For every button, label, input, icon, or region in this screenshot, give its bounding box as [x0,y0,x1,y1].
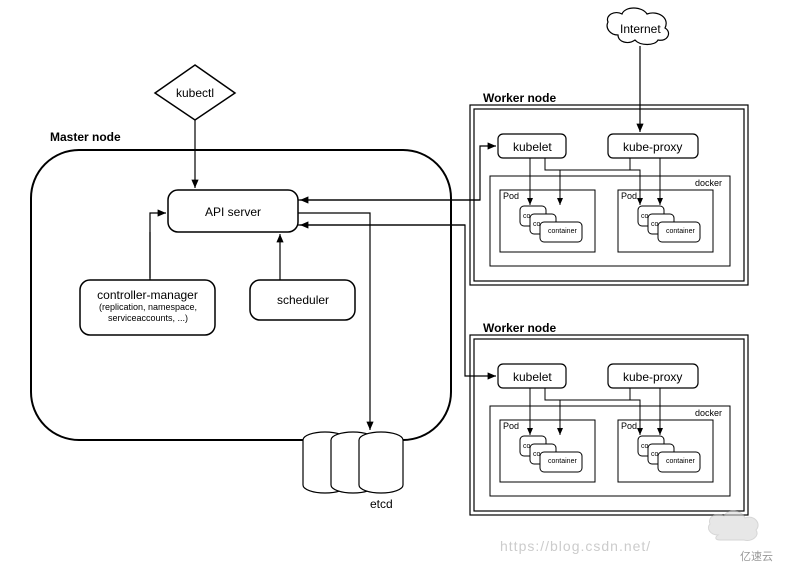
worker1-container1: container [548,228,577,235]
master-title: Master node [50,130,121,144]
diagram-svg [0,0,793,573]
worker1-co2: co [533,221,540,228]
worker2-co4: co [651,451,658,458]
logo-text: 亿速云 [740,548,773,564]
worker1-kubeproxy-label: kube-proxy [623,140,682,154]
internet-label: Internet [620,22,661,36]
worker1-co1: co [523,213,530,220]
api-server-label: API server [205,205,261,219]
worker2-co1: co [523,443,530,450]
worker2-title: Worker node [483,321,556,335]
worker2-kubeproxy-label: kube-proxy [623,370,682,384]
worker1-docker-label: docker [695,178,722,188]
kubectl-label: kubectl [176,86,214,100]
worker1-title: Worker node [483,91,556,105]
worker1-co4: co [651,221,658,228]
scheduler-label: scheduler [277,293,329,307]
worker2-pod2-label: Pod [621,421,637,431]
worker1-co3: co [641,213,648,220]
worker1-pod1-label: Pod [503,191,519,201]
logo-icon [708,511,758,540]
watermark-text: https://blog.csdn.net/ [500,538,651,554]
worker2-co2: co [533,451,540,458]
worker1-container2: container [666,228,695,235]
controller-manager-label: controller-manager [95,288,200,302]
etcd-label: etcd [370,497,393,511]
worker2-co3: co [641,443,648,450]
worker2-container1: container [548,458,577,465]
worker2-docker-label: docker [695,408,722,418]
worker1-kubelet-label: kubelet [513,140,552,154]
worker2-kubelet-label: kubelet [513,370,552,384]
worker2-container2: container [666,458,695,465]
worker1-pod2-label: Pod [621,191,637,201]
worker2-pod1-label: Pod [503,421,519,431]
etcd-cylinders [303,432,403,493]
controller-manager-sub-label: (replication, namespace, serviceaccounts… [88,302,208,324]
